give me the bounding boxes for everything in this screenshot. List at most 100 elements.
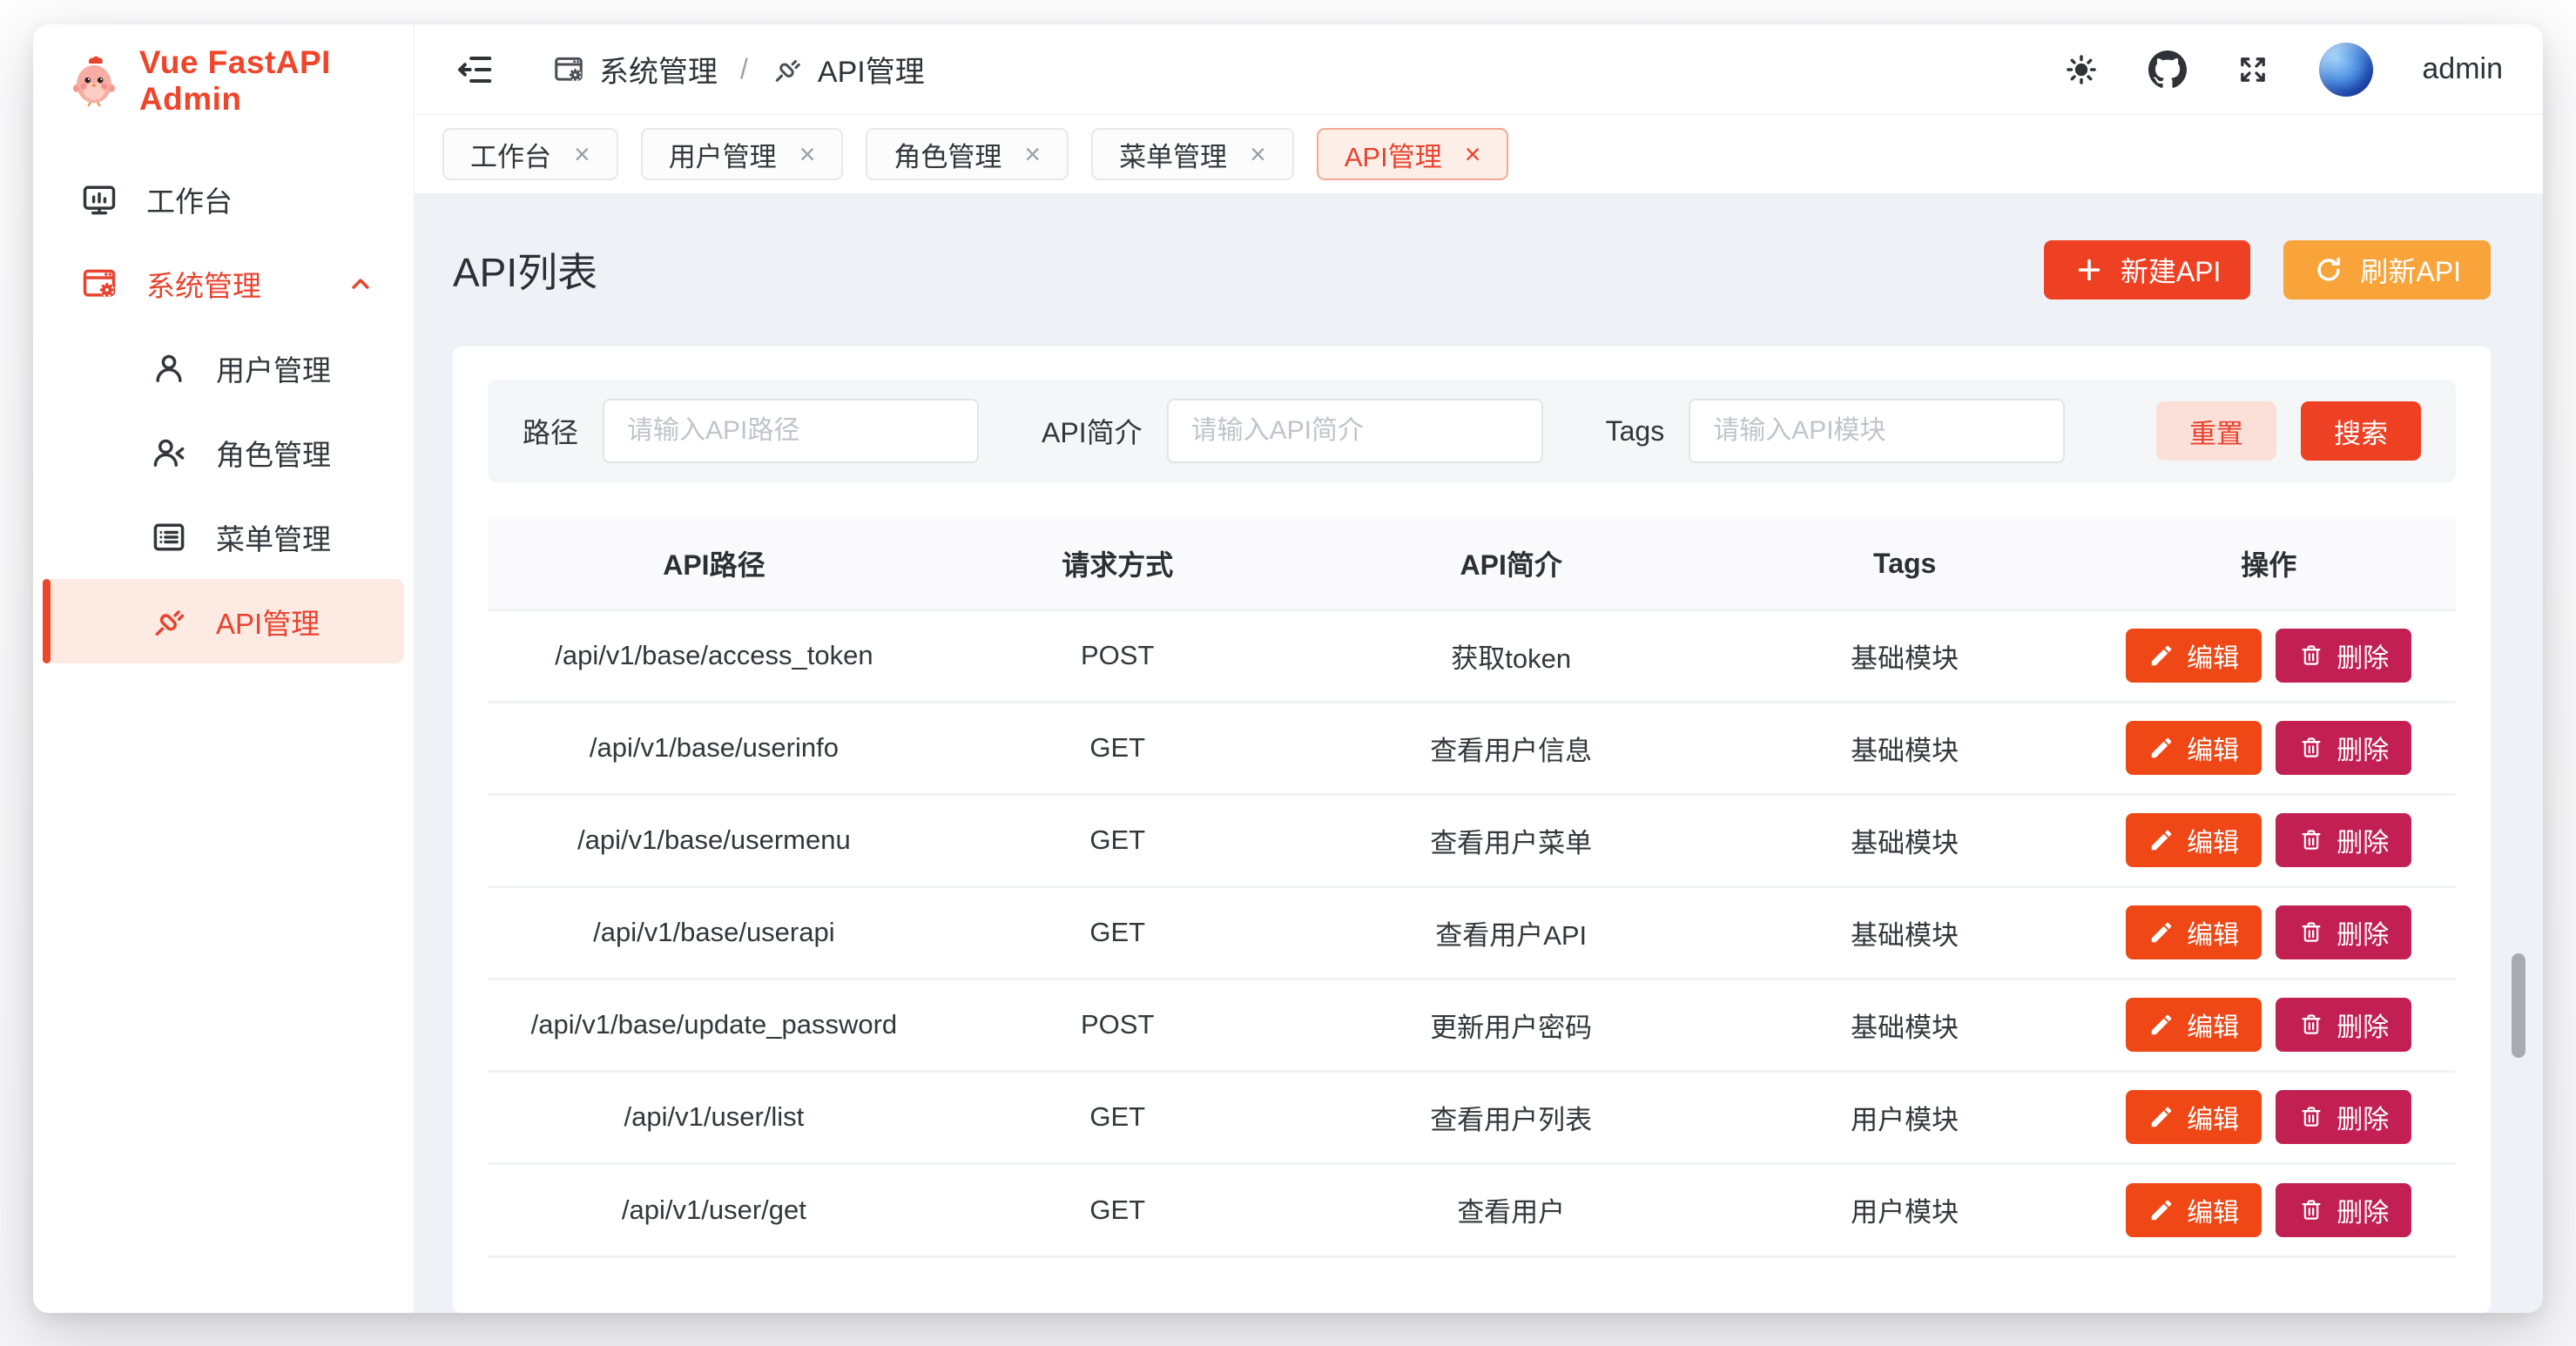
cell-tags: 用户模块 xyxy=(1728,1071,2082,1163)
cell-method: GET xyxy=(941,1163,1295,1255)
pencil-icon xyxy=(2148,735,2175,761)
app-window: Vue FastAPI Admin 工作台 系统管理 用户管理 角色管理 xyxy=(33,24,2543,1313)
col-path: API路径 xyxy=(488,519,941,609)
path-filter-input[interactable] xyxy=(603,399,979,463)
filter-bar: 路径 API简介 Tags 重置 搜索 xyxy=(488,380,2456,482)
tab[interactable]: 菜单管理 × xyxy=(1091,128,1294,180)
edit-label: 编辑 xyxy=(2187,913,2239,952)
new-api-button[interactable]: 新建API xyxy=(2044,240,2251,299)
breadcrumb-label: 系统管理 xyxy=(599,48,718,91)
tab-close-icon[interactable]: × xyxy=(1465,140,1481,168)
refresh-icon xyxy=(2313,254,2344,286)
tab-close-icon[interactable]: × xyxy=(799,140,816,168)
cell-api-path: /api/v1/base/access_token xyxy=(488,609,941,702)
delete-label: 删除 xyxy=(2337,729,2389,767)
cell-actions: 编辑 删除 xyxy=(2082,1071,2456,1163)
sidebar-item-users[interactable]: 用户管理 xyxy=(33,326,414,410)
trash-icon xyxy=(2298,919,2324,946)
edit-button[interactable]: 编辑 xyxy=(2126,721,2262,775)
delete-button[interactable]: 删除 xyxy=(2276,1090,2411,1144)
main-area: 系统管理 / API管理 admin 工作台 × 用户管理 × xyxy=(415,24,2543,1313)
sidebar-item-system[interactable]: 系统管理 xyxy=(33,241,414,326)
breadcrumb-api[interactable]: API管理 xyxy=(771,48,925,91)
edit-label: 编辑 xyxy=(2187,1191,2239,1229)
plus-icon xyxy=(2074,254,2105,286)
delete-button[interactable]: 删除 xyxy=(2276,813,2411,867)
active-indicator xyxy=(43,579,51,663)
edit-button[interactable]: 编辑 xyxy=(2126,813,2262,867)
chevron-up-icon[interactable] xyxy=(344,267,377,300)
delete-button[interactable]: 删除 xyxy=(2276,905,2411,959)
trash-icon xyxy=(2298,643,2324,669)
cell-tags: 基础模块 xyxy=(1728,702,2082,794)
edit-button[interactable]: 编辑 xyxy=(2126,1090,2262,1144)
edit-button[interactable]: 编辑 xyxy=(2126,905,2262,959)
tab[interactable]: 工作台 × xyxy=(442,128,618,180)
cell-api-path: /api/v1/base/userinfo xyxy=(488,702,941,794)
trash-icon xyxy=(2298,1012,2324,1038)
user-avatar[interactable] xyxy=(2319,43,2373,97)
cell-method: GET xyxy=(941,1071,1295,1163)
sidebar-item-label: 工作台 xyxy=(146,178,233,220)
tab[interactable]: 角色管理 × xyxy=(866,128,1069,180)
cell-actions: 编辑 删除 xyxy=(2082,886,2456,979)
delete-button[interactable]: 删除 xyxy=(2276,1183,2411,1237)
app-title: Vue FastAPI Admin xyxy=(139,44,414,118)
delete-label: 删除 xyxy=(2337,1006,2389,1044)
table-row: /api/v1/user/get GET 查看用户 用户模块 编辑 删除 xyxy=(488,1163,2456,1255)
tab-label: 菜单管理 xyxy=(1119,135,1227,174)
app-logo[interactable]: Vue FastAPI Admin xyxy=(33,24,414,138)
cell-actions: 编辑 删除 xyxy=(2082,609,2456,702)
table-row: /api/v1/base/userinfo GET 查看用户信息 基础模块 编辑… xyxy=(488,702,2456,794)
tags-filter-input[interactable] xyxy=(1689,399,2065,463)
github-icon[interactable] xyxy=(2148,50,2187,89)
sidebar-item-apis[interactable]: API管理 xyxy=(43,579,404,663)
vertical-scrollbar-thumb[interactable] xyxy=(2512,953,2525,1058)
theme-toggle-icon[interactable] xyxy=(2063,51,2100,88)
col-actions: 操作 xyxy=(2082,519,2456,609)
delete-button[interactable]: 删除 xyxy=(2276,721,2411,775)
tab[interactable]: 用户管理 × xyxy=(641,128,844,180)
summary-filter-label: API简介 xyxy=(1042,411,1143,451)
cell-actions: 编辑 删除 xyxy=(2082,702,2456,794)
delete-label: 删除 xyxy=(2337,1191,2389,1229)
col-tags: Tags xyxy=(1728,519,2082,609)
fullscreen-icon[interactable] xyxy=(2235,52,2270,87)
collapse-sidebar-icon[interactable] xyxy=(455,50,495,90)
sidebar: Vue FastAPI Admin 工作台 系统管理 用户管理 角色管理 xyxy=(33,24,415,1313)
edit-button[interactable]: 编辑 xyxy=(2126,629,2262,683)
tab[interactable]: API管理 × xyxy=(1317,128,1509,180)
edit-button[interactable]: 编辑 xyxy=(2126,1183,2262,1237)
cell-actions: 编辑 删除 xyxy=(2082,979,2456,1071)
refresh-api-button[interactable]: 刷新API xyxy=(2283,240,2491,299)
delete-button[interactable]: 删除 xyxy=(2276,629,2411,683)
tab-close-icon[interactable]: × xyxy=(1250,140,1266,168)
summary-filter-input[interactable] xyxy=(1167,399,1543,463)
sidebar-item-menus[interactable]: 菜单管理 xyxy=(33,495,414,579)
username[interactable]: admin xyxy=(2422,52,2503,86)
pencil-icon xyxy=(2148,643,2175,669)
sidebar-item-roles[interactable]: 角色管理 xyxy=(33,410,414,495)
cell-api-path: /api/v1/base/userapi xyxy=(488,886,941,979)
col-method: 请求方式 xyxy=(941,519,1295,609)
cell-method: POST xyxy=(941,979,1295,1071)
breadcrumb-system[interactable]: 系统管理 xyxy=(552,48,718,91)
cell-tags: 用户模块 xyxy=(1728,1163,2082,1255)
sidebar-item-workbench[interactable]: 工作台 xyxy=(33,157,414,241)
edit-label: 编辑 xyxy=(2187,821,2239,859)
reset-button[interactable]: 重置 xyxy=(2156,401,2276,461)
table-header-row: API路径 请求方式 API简介 Tags 操作 xyxy=(488,519,2456,609)
tab-close-icon[interactable]: × xyxy=(574,140,590,168)
breadcrumb: 系统管理 / API管理 xyxy=(552,48,925,91)
tab-label: 工作台 xyxy=(470,135,551,174)
pencil-icon xyxy=(2148,1104,2175,1130)
tab-close-icon[interactable]: × xyxy=(1024,140,1041,168)
delete-button[interactable]: 删除 xyxy=(2276,998,2411,1052)
cell-tags: 基础模块 xyxy=(1728,979,2082,1071)
system-settings-icon xyxy=(80,265,118,303)
sidebar-item-label: 用户管理 xyxy=(216,347,331,389)
table-card: 路径 API简介 Tags 重置 搜索 xyxy=(453,347,2491,1313)
edit-label: 编辑 xyxy=(2187,1006,2239,1044)
search-button[interactable]: 搜索 xyxy=(2301,401,2421,461)
edit-button[interactable]: 编辑 xyxy=(2126,998,2262,1052)
